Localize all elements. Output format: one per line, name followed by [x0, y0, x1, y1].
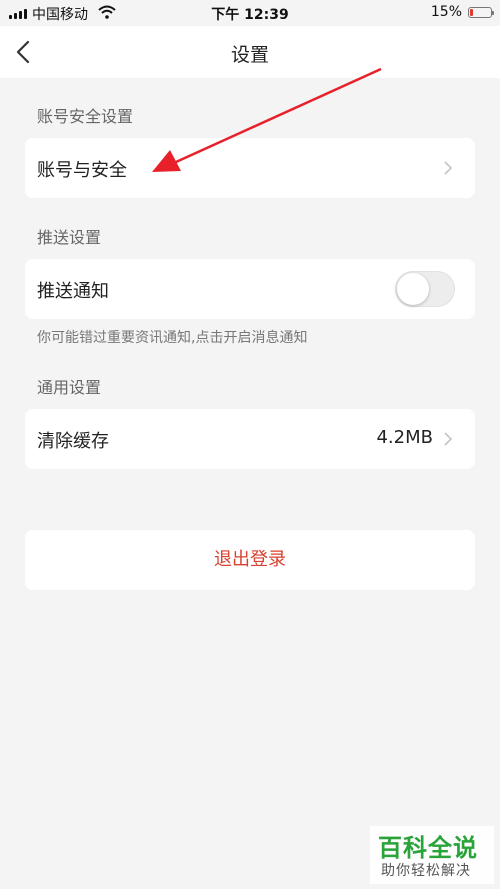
account-security-label: 账号与安全: [37, 160, 127, 181]
section-title-push: 推送设置: [37, 228, 102, 247]
push-notification-toggle[interactable]: [395, 271, 455, 307]
chevron-right-icon: [444, 161, 453, 175]
watermark-sub-text: 助你轻松解决: [381, 863, 471, 879]
push-hint-text: 你可能错过重要资讯通知,点击开启消息通知: [37, 330, 308, 346]
push-notification-row: 推送通知: [25, 259, 475, 319]
push-notification-label: 推送通知: [37, 281, 109, 302]
page-title: 设置: [230, 44, 269, 66]
logout-button[interactable]: 退出登录: [25, 530, 475, 590]
battery-level-fill: [470, 9, 473, 16]
status-bar: 中国移动 下午 12:39 15%: [0, 0, 500, 26]
chevron-right-icon: [444, 432, 453, 446]
watermark-main-text: 百科全说: [378, 834, 478, 862]
clear-cache-label: 清除缓存: [37, 431, 109, 452]
clear-cache-row[interactable]: 清除缓存 4.2MB: [25, 409, 475, 469]
battery-percent: 15%: [430, 4, 462, 20]
battery-icon: [468, 7, 494, 18]
chevron-left-icon[interactable]: [12, 39, 38, 65]
section-title-account: 账号安全设置: [37, 107, 134, 126]
section-title-general: 通用设置: [37, 378, 102, 397]
clock: 下午 12:39: [211, 7, 289, 23]
navigation-bar: 设置: [0, 26, 500, 78]
watermark-logo: 百科全说 助你轻松解决: [370, 826, 494, 884]
cache-size-value: 4.2MB: [376, 427, 433, 448]
account-security-row[interactable]: 账号与安全: [25, 138, 475, 198]
toggle-knob: [397, 273, 429, 305]
